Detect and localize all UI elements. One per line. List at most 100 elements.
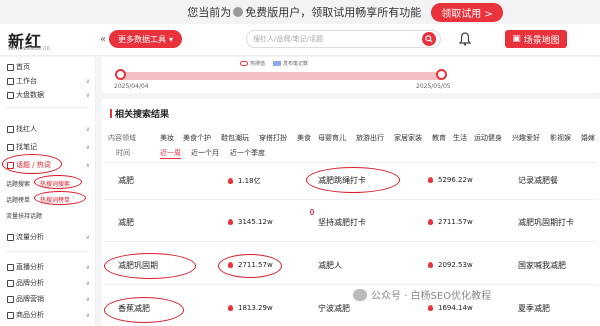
sidebar-item-label: 商品分析 <box>16 311 44 319</box>
sidebar-item-workbench[interactable]: 工作台 ∨ <box>0 75 96 87</box>
result-hot-value: 1.18亿 <box>228 176 261 186</box>
sidebar-divider <box>6 251 90 252</box>
row-divider <box>104 241 598 242</box>
category-option[interactable]: 美食个护 <box>183 133 211 143</box>
slider-start-handle[interactable] <box>115 69 126 80</box>
chart-legend: 热搜值 发布笔记数 <box>240 60 308 67</box>
sidebar-item-label: 品牌营销 <box>16 295 44 303</box>
chevron-down-icon: ∨ <box>85 77 90 85</box>
sidebar-item-label: 找红人 <box>16 125 37 133</box>
result-hot-value: 5296.22w <box>428 176 473 184</box>
result-hot-value: 1694.14w <box>428 304 473 312</box>
start-date: 2025/04/04 <box>114 83 149 90</box>
category-option[interactable]: 婚嫁 <box>581 133 595 143</box>
note-icon <box>7 143 14 151</box>
chevron-down-icon: ∨ <box>85 311 90 319</box>
result-keyword[interactable]: 减肥 <box>118 217 134 228</box>
row-divider <box>104 284 598 285</box>
time-option-week[interactable]: 近一周 <box>160 148 181 159</box>
chevron-up-icon: ∧ <box>85 161 90 169</box>
sidebar-item-label: 直播分析 <box>16 263 44 271</box>
watermark-text: 公众号 · 白杨SEO优化教程 <box>371 291 492 302</box>
vip-icon <box>233 7 244 17</box>
top-header: 新红 XIN HONGMEDIA LTD « 更多数据工具 ▾ 搜红人/品牌/笔… <box>0 24 600 56</box>
sidebar-item-label: 大盘数据 <box>16 91 44 99</box>
traffic-icon <box>7 233 14 241</box>
annotation-circle <box>306 167 400 193</box>
annotation-circle <box>218 254 282 278</box>
category-option[interactable]: 兴趣爱好 <box>512 133 540 143</box>
category-option[interactable]: 影视娱 <box>550 133 571 143</box>
filter-divider <box>104 162 598 163</box>
sidebar-item-label: 品牌分析 <box>16 279 44 287</box>
sidebar-sub-topic-ranking[interactable]: 话题榜单 <box>6 195 30 204</box>
category-option[interactable]: 旅游出行 <box>356 133 384 143</box>
category-option[interactable]: 美妆 <box>160 133 174 143</box>
caret-down-icon: ▾ <box>168 34 173 44</box>
category-option[interactable]: 穿搭打扮 <box>259 133 287 143</box>
time-option-month[interactable]: 近一个月 <box>191 148 219 158</box>
search-input[interactable]: 搜红人/品牌/笔记/话题 <box>246 30 441 48</box>
sidebar-item-market-data[interactable]: 大盘数据 ∨ <box>0 89 96 101</box>
flame-icon <box>228 219 233 225</box>
category-option[interactable]: 家居家装 <box>394 133 422 143</box>
result-keyword[interactable]: 减肥巩固期打卡 <box>518 217 574 228</box>
sidebar-item-traffic[interactable]: 流量分析 ∨ <box>0 231 96 243</box>
category-option[interactable]: 生活 <box>453 133 467 143</box>
promo-text: 您当前为 <box>187 6 232 19</box>
result-keyword[interactable]: 减肥 <box>118 175 134 186</box>
category-option[interactable]: 母婴育儿 <box>318 133 346 143</box>
promo-vip-text: 免费版用户，领取试用畅享所有功能 <box>245 6 422 19</box>
main-content: 热搜值 发布笔记数 2025/04/04 2025/05/05 相关搜索结果 内… <box>96 57 600 326</box>
content-domain-label: 内容领域 <box>108 134 136 142</box>
category-option[interactable]: 鞋包潮玩 <box>221 133 249 143</box>
flame-icon <box>428 219 433 225</box>
result-keyword[interactable]: 夏季减肥 <box>518 303 550 314</box>
sidebar-sub-topic-search[interactable]: 话题搜索 <box>6 179 30 188</box>
sidebar-item-brand-marketing[interactable]: 品牌营销 ∨ <box>0 293 96 305</box>
result-keyword[interactable]: 国家喊我减肥 <box>518 260 566 271</box>
sidebar-item-brand-analysis[interactable]: 品牌分析 ∨ <box>0 277 96 289</box>
chevron-down-icon: ∨ <box>85 295 90 303</box>
chevron-down-icon: ∨ <box>85 279 90 287</box>
search-icon[interactable] <box>422 32 436 46</box>
legend-hot-value: 热搜值 <box>240 60 265 67</box>
trial-button[interactable]: 领取试用 > <box>431 2 503 22</box>
flame-icon <box>428 305 433 311</box>
flame-icon <box>228 178 233 184</box>
product-icon <box>7 311 14 319</box>
sidebar-item-home[interactable]: 首页 <box>0 61 96 73</box>
time-option-quarter[interactable]: 近一个季度 <box>230 148 265 158</box>
sidebar-sub-traffic-topics[interactable]: 流量扶持话题 <box>6 211 42 220</box>
panel-title: 相关搜索结果 <box>110 107 169 120</box>
row-divider <box>104 199 598 200</box>
result-keyword[interactable]: 宁波减肥 <box>318 303 350 314</box>
scene-map-button[interactable]: ▣ 场景地图 <box>505 30 567 48</box>
search-results-panel: 相关搜索结果 内容领域 美妆 美食个护 鞋包潮玩 穿搭打扮 美食 母婴育儿 旅游… <box>102 99 600 326</box>
chevron-down-icon: ∨ <box>85 143 90 151</box>
category-option[interactable]: 教育 <box>432 133 446 143</box>
category-option[interactable]: 美食 <box>297 133 311 143</box>
wechat-icon <box>353 288 367 301</box>
sidebar-item-find-kol[interactable]: 找红人 ∨ <box>0 123 96 135</box>
bell-icon[interactable] <box>459 32 471 46</box>
sidebar-divider <box>6 107 90 108</box>
more-tools-label: 更多数据工具 <box>117 34 166 44</box>
annotation-circle <box>104 297 184 323</box>
collapse-sidebar-icon[interactable]: « <box>100 34 106 45</box>
result-hot-value: 2711.57w <box>428 218 473 226</box>
result-keyword[interactable]: 减肥人 <box>318 260 342 271</box>
sidebar-item-products[interactable]: 商品分析 ∨ <box>0 309 96 321</box>
sidebar-item-label: 找笔记 <box>16 143 37 151</box>
result-keyword[interactable]: 记录减肥餐 <box>518 175 558 186</box>
brand-icon <box>7 279 14 287</box>
result-keyword[interactable]: 坚持减肥打卡 <box>318 217 366 228</box>
more-tools-button[interactable]: 更多数据工具 ▾ <box>109 30 182 48</box>
annotation-circle <box>104 253 196 279</box>
sidebar-item-live[interactable]: 直播分析 ∨ <box>0 261 96 273</box>
category-option[interactable]: 运动健身 <box>474 133 502 143</box>
slider-track[interactable] <box>118 72 443 80</box>
chevron-down-icon: ∨ <box>85 91 90 99</box>
slider-end-handle[interactable] <box>436 69 447 80</box>
sidebar-item-find-notes[interactable]: 找笔记 ∨ <box>0 141 96 153</box>
